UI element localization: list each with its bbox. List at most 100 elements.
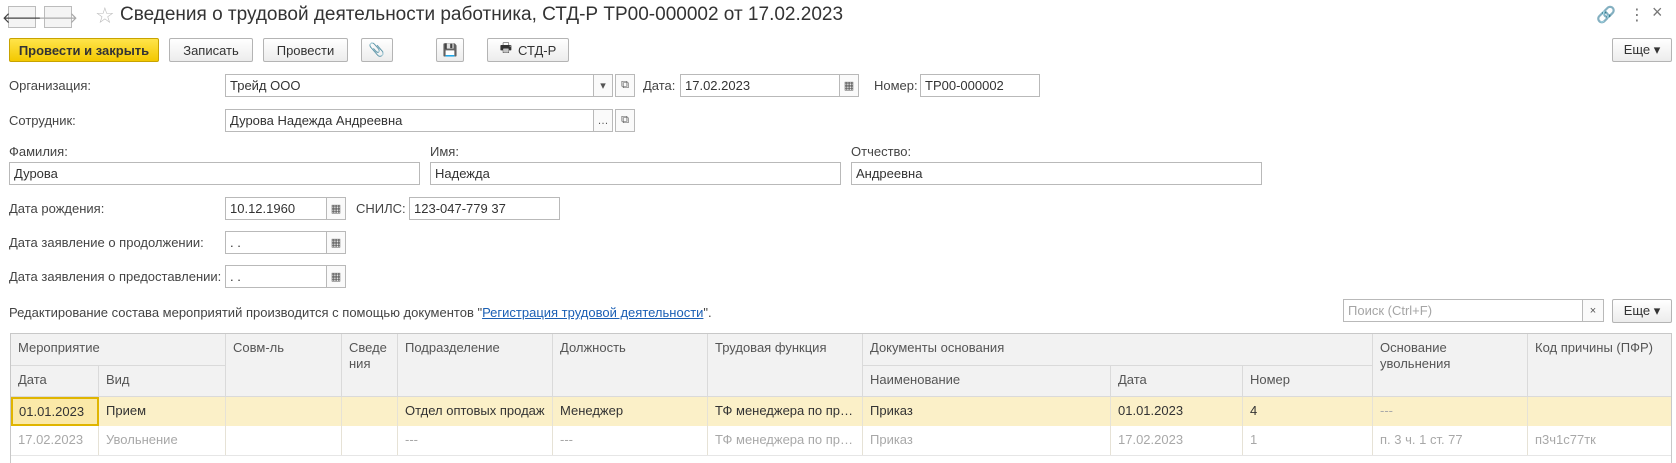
cell-combo[interactable] [226,397,342,426]
cell-doc-date[interactable]: 17.02.2023 [1111,426,1243,455]
org-dropdown-button[interactable]: ▾ [593,74,613,97]
table-more-button[interactable]: Еще ▾ [1612,299,1672,323]
table-row[interactable]: 01.01.2023 Прием Отдел оптовых продаж Ме… [11,397,1671,426]
info-text: Редактирование состава мероприятий произ… [9,305,712,320]
birth-field[interactable]: 10.12.1960 [225,197,327,220]
lastname-field[interactable]: Дурова [9,162,420,185]
back-button[interactable]: 🡐 [2,6,42,28]
cell-pfr-code[interactable] [1528,397,1671,426]
cell-doc-date[interactable]: 01.01.2023 [1111,397,1243,426]
table-row[interactable]: 17.02.2023 Увольнение --- --- ТФ менедже… [11,426,1671,455]
printer-icon: 🖶 [499,40,512,55]
org-field[interactable]: Трейд ООО [225,74,594,97]
cell-combo[interactable] [226,426,342,455]
floppy-disk-icon: 💾 [442,43,458,57]
header-event[interactable]: Мероприятие [11,334,226,366]
search-input[interactable]: Поиск (Ctrl+F) [1343,299,1583,322]
header-position[interactable]: Должность [553,334,708,397]
cell-reason[interactable]: --- [1373,397,1528,426]
employee-label: Сотрудник: [9,113,76,128]
close-icon: × [1589,304,1597,317]
provision-date-label: Дата заявления о предоставлении: [9,269,222,284]
continuation-date-field[interactable]: . . [225,231,327,254]
std-r-print-button[interactable]: 🖶 СТД-Р [487,38,569,62]
date-calendar-button[interactable]: ▦ [839,74,859,97]
save-button[interactable]: Записать [169,38,253,62]
employee-field[interactable]: Дурова Надежда Андреевна [225,109,594,132]
cell-doc-number[interactable]: 1 [1243,426,1373,455]
cell-info[interactable] [342,397,398,426]
calendar-icon: ▦ [330,237,342,249]
cell-function[interactable]: ТФ менеджера по продажам [708,397,863,426]
calendar-icon: ▦ [330,203,342,215]
cell-division[interactable]: Отдел оптовых продаж [398,397,553,426]
info-text-after: ". [703,305,712,320]
events-table: Мероприятие Совм-ль Сведения Подразделен… [10,333,1672,463]
header-combo[interactable]: Совм-ль [226,334,342,397]
employee-open-button[interactable]: ⧉ [615,109,635,132]
cell-doc-number[interactable]: 4 [1243,397,1373,426]
row-divider [11,455,1671,456]
post-button[interactable]: Провести [263,38,348,62]
header-function[interactable]: Трудовая функция [708,334,863,397]
firstname-label: Имя: [430,144,459,159]
calendar-icon: ▦ [330,271,342,283]
arrow-left-icon: 🡐 [1,9,43,27]
more-icon[interactable]: ⋮ [1629,5,1645,25]
continuation-calendar-button[interactable]: ▦ [326,231,346,254]
cell-date[interactable]: 17.02.2023 [11,426,99,455]
header-doc-date[interactable]: Дата [1111,366,1243,397]
cell-reason[interactable]: п. 3 ч. 1 ст. 77 [1373,426,1528,455]
open-window-icon: ⧉ [621,114,629,126]
header-pfr-code[interactable]: Код причины (ПФР) [1528,334,1671,397]
search-clear-button[interactable]: × [1582,299,1604,322]
snils-field[interactable]: 123-047-779 37 [409,197,560,220]
cell-division[interactable]: --- [398,426,553,455]
forward-button[interactable]: 🡒 [38,6,78,28]
number-label: Номер: [874,78,918,93]
window-title: Сведения о трудовой деятельности работни… [120,4,844,25]
birth-calendar-button[interactable]: ▦ [326,197,346,220]
number-field[interactable]: ТР00-000002 [920,74,1040,97]
org-open-button[interactable]: ⧉ [615,74,635,97]
header-reason[interactable]: Основание увольнения [1373,334,1528,397]
calendar-icon: ▦ [843,80,855,92]
continuation-date-label: Дата заявление о продолжении: [9,235,204,250]
more-button[interactable]: Еще ▾ [1612,38,1672,62]
header-info[interactable]: Сведения [342,334,398,397]
registration-link[interactable]: Регистрация трудовой деятельности [482,305,703,320]
cell-date[interactable]: 01.01.2023 [11,397,99,426]
header-date[interactable]: Дата [11,366,99,397]
cell-position[interactable]: --- [553,426,708,455]
star-icon[interactable]: ☆ [95,3,115,29]
employee-select-button[interactable]: … [593,109,613,132]
patronymic-field[interactable]: Андреевна [851,162,1262,185]
date-label: Дата: [643,78,676,93]
cell-pfr-code[interactable]: п3ч1с77тк [1528,426,1671,455]
provision-date-field[interactable]: . . [225,265,327,288]
header-division[interactable]: Подразделение [398,334,553,397]
cell-doc-name[interactable]: Приказ [863,397,1111,426]
save-disk-button[interactable]: 💾 [436,38,464,62]
cell-kind[interactable]: Увольнение [99,426,226,455]
cell-doc-name[interactable]: Приказ [863,426,1111,455]
date-field[interactable]: 17.02.2023 [680,74,840,97]
provision-calendar-button[interactable]: ▦ [326,265,346,288]
cell-kind[interactable]: Прием [99,397,226,426]
close-icon[interactable]: × [1652,2,1663,23]
firstname-field[interactable]: Надежда [430,162,841,185]
header-doc-name[interactable]: Наименование [863,366,1111,397]
org-label: Организация: [9,78,92,93]
paperclip-icon: 📎 [368,42,386,57]
lastname-label: Фамилия: [9,144,68,159]
arrow-right-icon: 🡒 [37,9,79,27]
header-docs[interactable]: Документы основания [863,334,1373,366]
attach-button[interactable]: 📎 [361,38,393,62]
header-doc-number[interactable]: Номер [1243,366,1373,397]
header-kind[interactable]: Вид [99,366,226,397]
cell-info[interactable] [342,426,398,455]
link-icon[interactable]: 🔗 [1596,5,1616,25]
cell-function[interactable]: ТФ менеджера по продажам [708,426,863,455]
post-and-close-button[interactable]: Провести и закрыть [9,38,159,62]
cell-position[interactable]: Менеджер [553,397,708,426]
